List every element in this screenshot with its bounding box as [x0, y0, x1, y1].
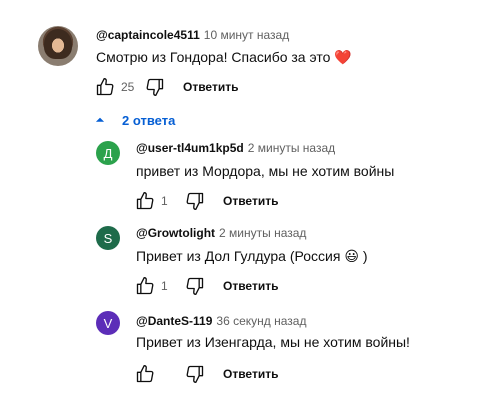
avatar[interactable]: V — [96, 311, 120, 335]
chevron-up-icon — [93, 113, 107, 127]
comment-actions: Ответить — [135, 362, 284, 386]
comment-text-end: ) — [362, 248, 368, 264]
comment-time[interactable]: 36 секунд назад — [216, 314, 306, 328]
like-count: 1 — [161, 194, 168, 208]
comment-time[interactable]: 2 минуты назад — [219, 226, 306, 240]
comment-text: привет из Мордора, мы не хотим войны — [136, 163, 395, 179]
comment-time[interactable]: 2 минуты назад — [248, 141, 335, 155]
thumb-up-icon[interactable] — [135, 364, 155, 384]
replies-toggle-button[interactable]: 2 ответа — [93, 110, 175, 130]
comment-actions: 1 Ответить — [135, 274, 284, 298]
comment-actions: 1 Ответить — [135, 189, 284, 213]
thumb-up-icon[interactable] — [135, 191, 155, 211]
comment-header: @user-tl4um1kp5d 2 минуты назад — [136, 141, 335, 155]
comment-header: @Growtolight 2 минуты назад — [136, 226, 306, 240]
comment-time[interactable]: 10 минут назад — [204, 28, 289, 42]
heart-emoji: ❤️ — [334, 49, 352, 65]
comment-text: Привет из Изенгарда, мы не хотим войны! — [136, 334, 410, 350]
comment-header: @DanteS-119 36 секунд назад — [136, 314, 306, 328]
thumb-down-icon[interactable] — [185, 191, 205, 211]
thumb-down-icon[interactable] — [185, 364, 205, 384]
comment-text: Смотрю из Гондора! Спасибо за это ❤️ — [96, 49, 352, 66]
thumb-down-icon[interactable] — [185, 276, 205, 296]
smile-emoji: 😃 — [344, 248, 359, 264]
comment-text-body: Привет из Дол Гулдура (Россия — [136, 248, 341, 264]
comment-header: @captaincole4511 10 минут назад — [96, 28, 289, 42]
thumb-up-icon[interactable] — [135, 276, 155, 296]
comment-actions: 25 Ответить — [95, 75, 244, 99]
reply-button[interactable]: Ответить — [177, 76, 244, 98]
author-name[interactable]: @Growtolight — [136, 226, 215, 240]
thumb-up-icon[interactable] — [95, 77, 115, 97]
reply-button[interactable]: Ответить — [217, 275, 284, 297]
reply-button[interactable]: Ответить — [217, 363, 284, 385]
thumb-down-icon[interactable] — [145, 77, 165, 97]
avatar[interactable] — [38, 26, 78, 66]
author-name[interactable]: @user-tl4um1kp5d — [136, 141, 244, 155]
avatar[interactable]: Д — [96, 141, 120, 165]
like-count: 25 — [121, 80, 135, 94]
comment-text-body: Смотрю из Гондора! Спасибо за это — [96, 49, 331, 65]
reply-button[interactable]: Ответить — [217, 190, 284, 212]
comment-text: Привет из Дол Гулдура (Россия 😃 ) — [136, 248, 368, 265]
replies-count-label: 2 ответа — [122, 112, 176, 128]
like-count: 1 — [161, 279, 168, 293]
author-name[interactable]: @captaincole4511 — [96, 28, 200, 42]
avatar[interactable]: S — [96, 226, 120, 250]
author-name[interactable]: @DanteS-119 — [136, 314, 212, 328]
